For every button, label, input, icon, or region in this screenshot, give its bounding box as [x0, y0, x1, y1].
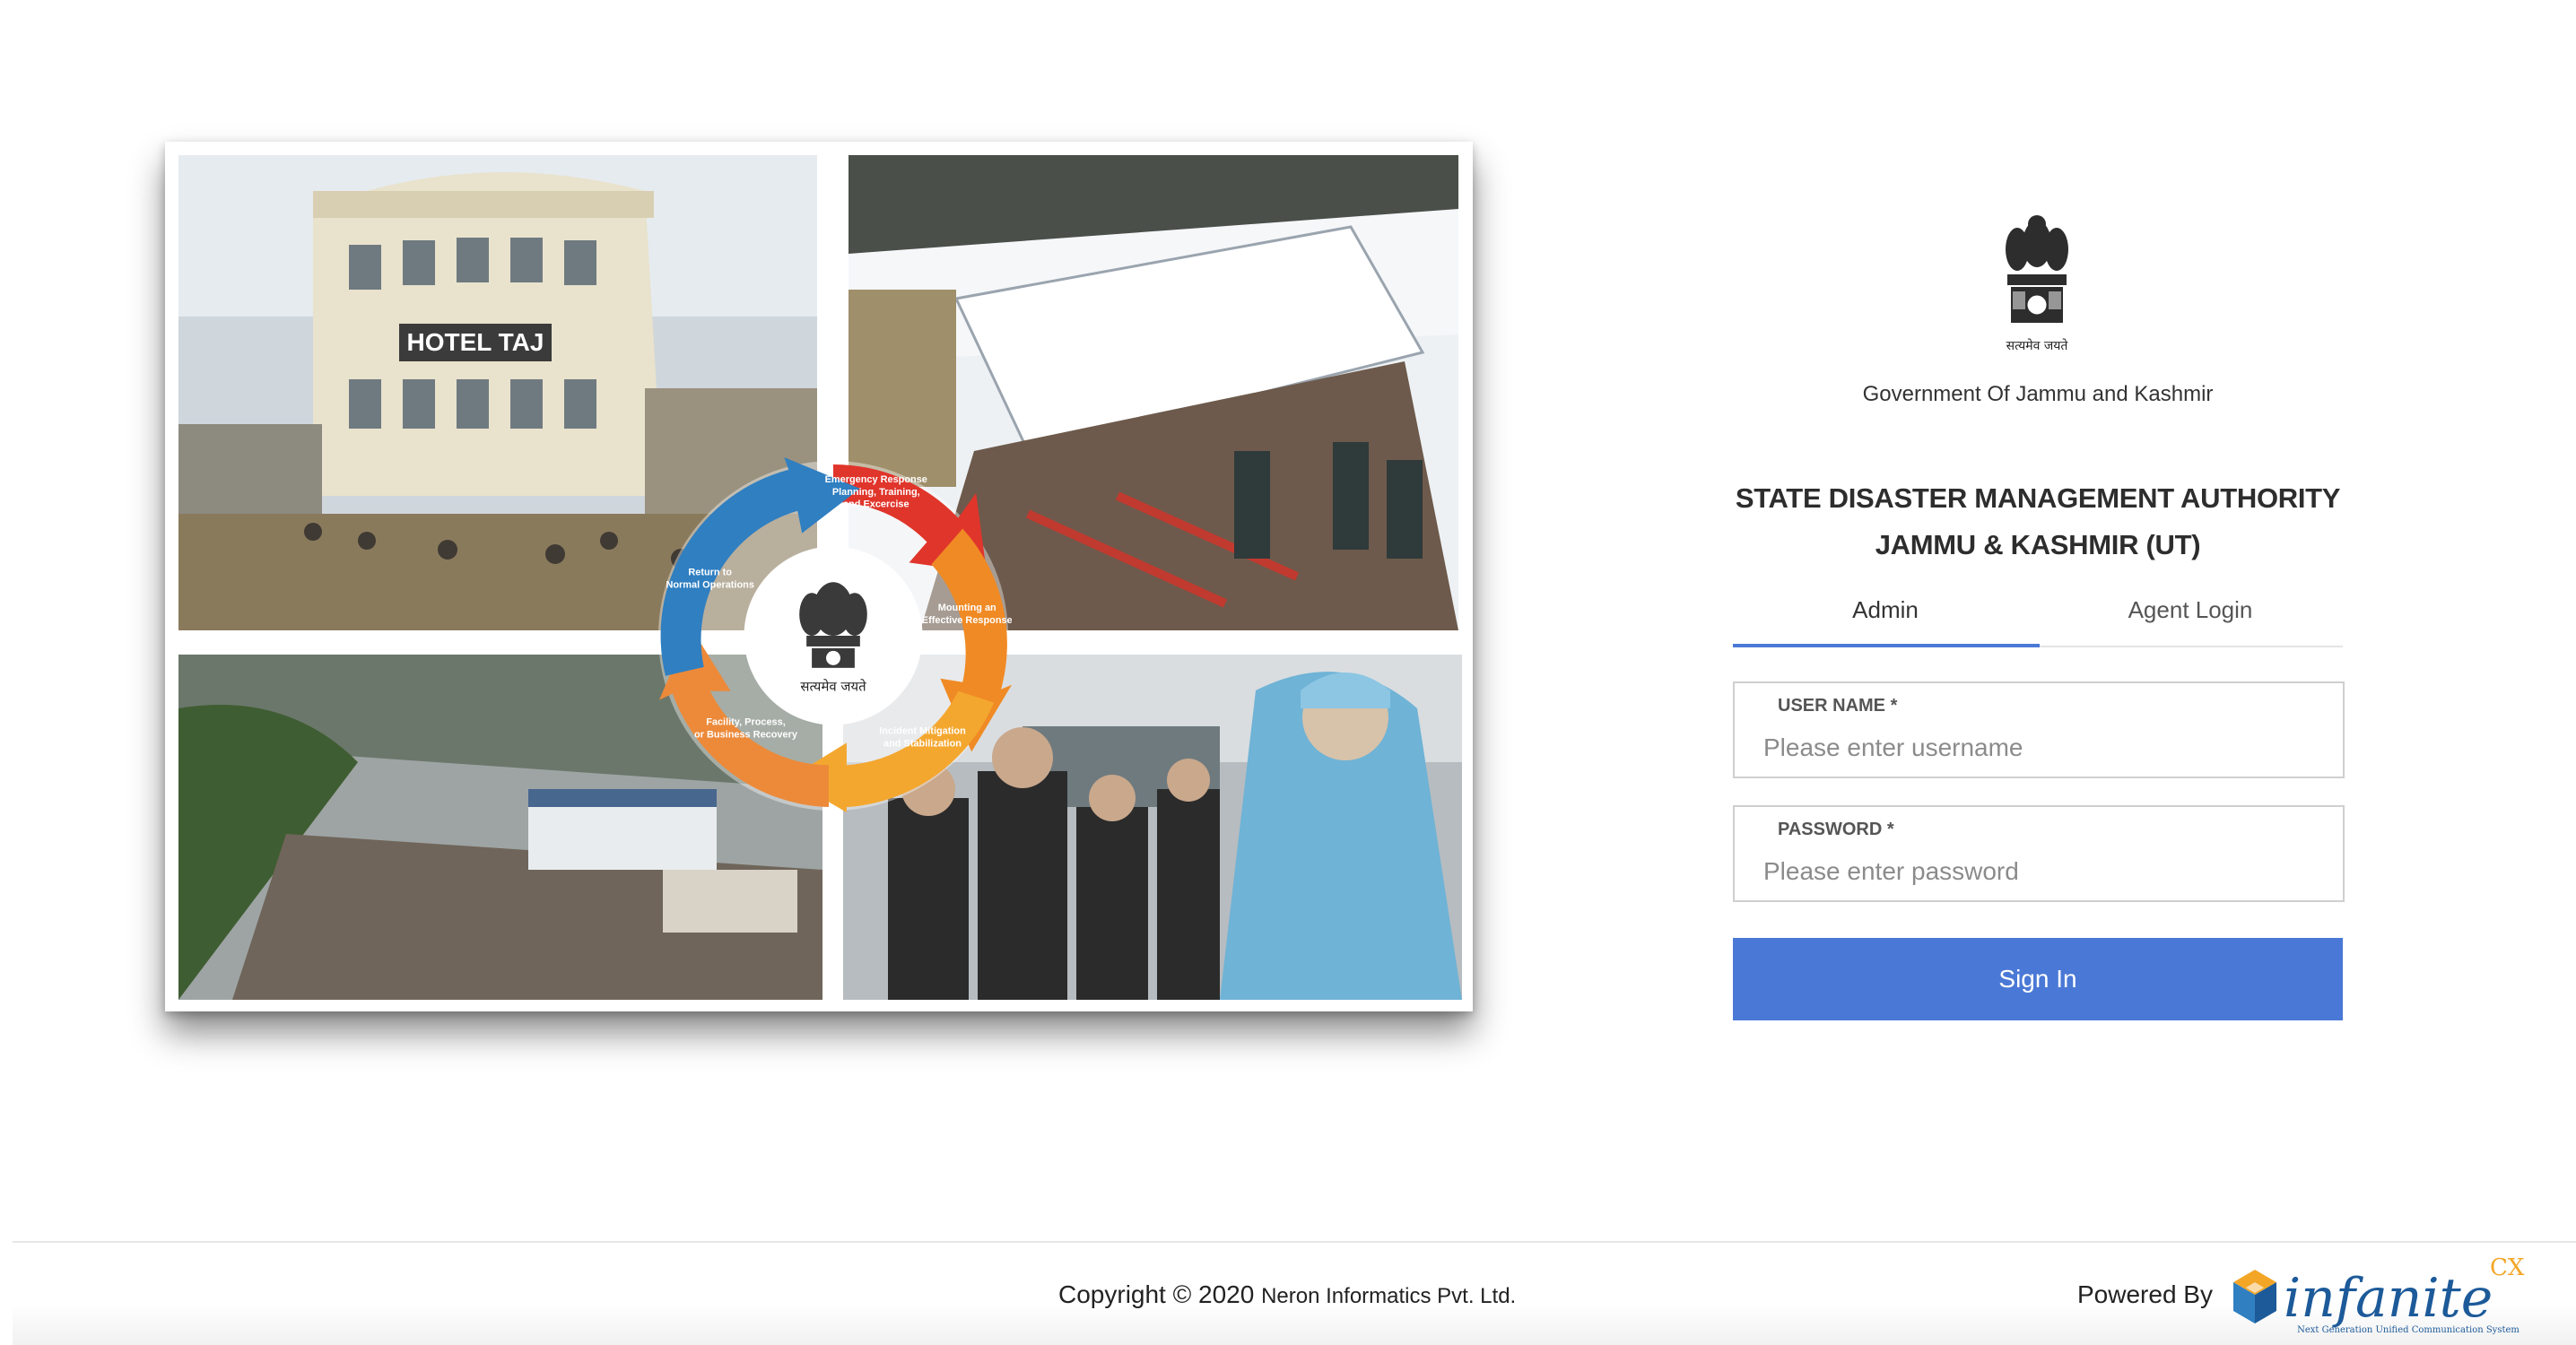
tab-admin[interactable]: Admin	[1733, 581, 2038, 644]
hotel-sign-text: HOTEL TAJ	[407, 328, 544, 356]
national-emblem-icon: सत्यमेव जयते	[1988, 206, 2086, 368]
svg-text:Mounting an: Mounting an	[938, 603, 996, 613]
segment-label: Planning, Training,	[832, 487, 920, 498]
infanite-logo[interactable]: infanite CX Next Generation Unified Comm…	[2224, 1254, 2529, 1336]
svg-text:Return to: Return to	[688, 567, 732, 577]
logo-superscript: CX	[2490, 1255, 2525, 1281]
svg-text:Planning, Training,: Planning, Training,	[832, 487, 920, 498]
copyright-text: Copyright © 2020 Neron Informatics Pvt. …	[1058, 1280, 1516, 1309]
footer: Copyright © 2020 Neron Informatics Pvt. …	[13, 1241, 2576, 1345]
segment-label: and Excercise	[843, 499, 909, 510]
password-input[interactable]	[1763, 854, 2302, 889]
login-tabs: Admin Agent Login	[1733, 581, 2343, 647]
cube-logo-icon	[2233, 1270, 2276, 1323]
cycle-emblem-caption: सत्यमेव जयते	[800, 679, 866, 695]
password-field[interactable]: PASSWORD *	[1733, 805, 2345, 902]
copyright-label: Copyright © 2020	[1058, 1280, 1255, 1308]
svg-text:Effective Response: Effective Response	[922, 615, 1012, 626]
sign-in-button[interactable]: Sign In	[1733, 938, 2343, 1020]
authority-title-line1: STATE DISASTER MANAGEMENT AUTHORITY	[1735, 482, 2341, 514]
government-name: Government Of Jammu and Kashmir	[1862, 382, 2214, 406]
username-field[interactable]: USER NAME *	[1733, 681, 2345, 778]
authority-title-line2: JAMMU & KASHMIR (UT)	[1875, 529, 2201, 560]
svg-text:Emergency Response: Emergency Response	[825, 474, 927, 485]
active-tab-indicator	[1733, 644, 2040, 647]
segment-label: Emergency Response	[825, 474, 927, 485]
svg-text:or Business Recovery: or Business Recovery	[694, 729, 798, 740]
segment-label: or Business Recovery	[694, 729, 798, 740]
company-name: Neron Informatics Pvt. Ltd.	[1261, 1284, 1517, 1308]
svg-text:and Stabilization: and Stabilization	[883, 738, 962, 749]
svg-text:Normal Operations: Normal Operations	[666, 579, 753, 590]
segment-label: and Stabilization	[883, 738, 962, 749]
emblem-caption: सत्यमेव जयते	[2006, 338, 2069, 353]
segment-label: Incident Mitigation	[879, 725, 966, 736]
authority-title: STATE DISASTER MANAGEMENT AUTHORITY JAMM…	[1733, 475, 2343, 568]
username-label: USER NAME *	[1778, 696, 1898, 716]
svg-text:Incident Mitigation: Incident Mitigation	[879, 725, 966, 736]
svg-text:and Excercise: and Excercise	[843, 499, 909, 510]
segment-label: Normal Operations	[666, 579, 753, 590]
svg-text:Facility, Process,: Facility, Process,	[706, 717, 786, 728]
powered-by-label: Powered By	[2077, 1280, 2213, 1308]
segment-label: Return to	[688, 567, 732, 577]
segment-label: Mounting an	[938, 603, 996, 613]
disaster-management-cycle: सत्यमेव जयते Emergency Response Planning…	[655, 457, 1012, 814]
logo-tagline: Next Generation Unified Communication Sy…	[2297, 1325, 2519, 1335]
disaster-collage: HOTEL TAJ सत्यमेव जयते Emergency Respons…	[165, 142, 1473, 1011]
tab-agent-login[interactable]: Agent Login	[2038, 581, 2343, 644]
logo-wordmark: infanite	[2284, 1267, 2493, 1330]
segment-label: Facility, Process,	[706, 717, 786, 728]
segment-label: Effective Response	[922, 615, 1012, 626]
username-input[interactable]	[1763, 730, 2302, 766]
password-label: PASSWORD *	[1778, 820, 1894, 839]
